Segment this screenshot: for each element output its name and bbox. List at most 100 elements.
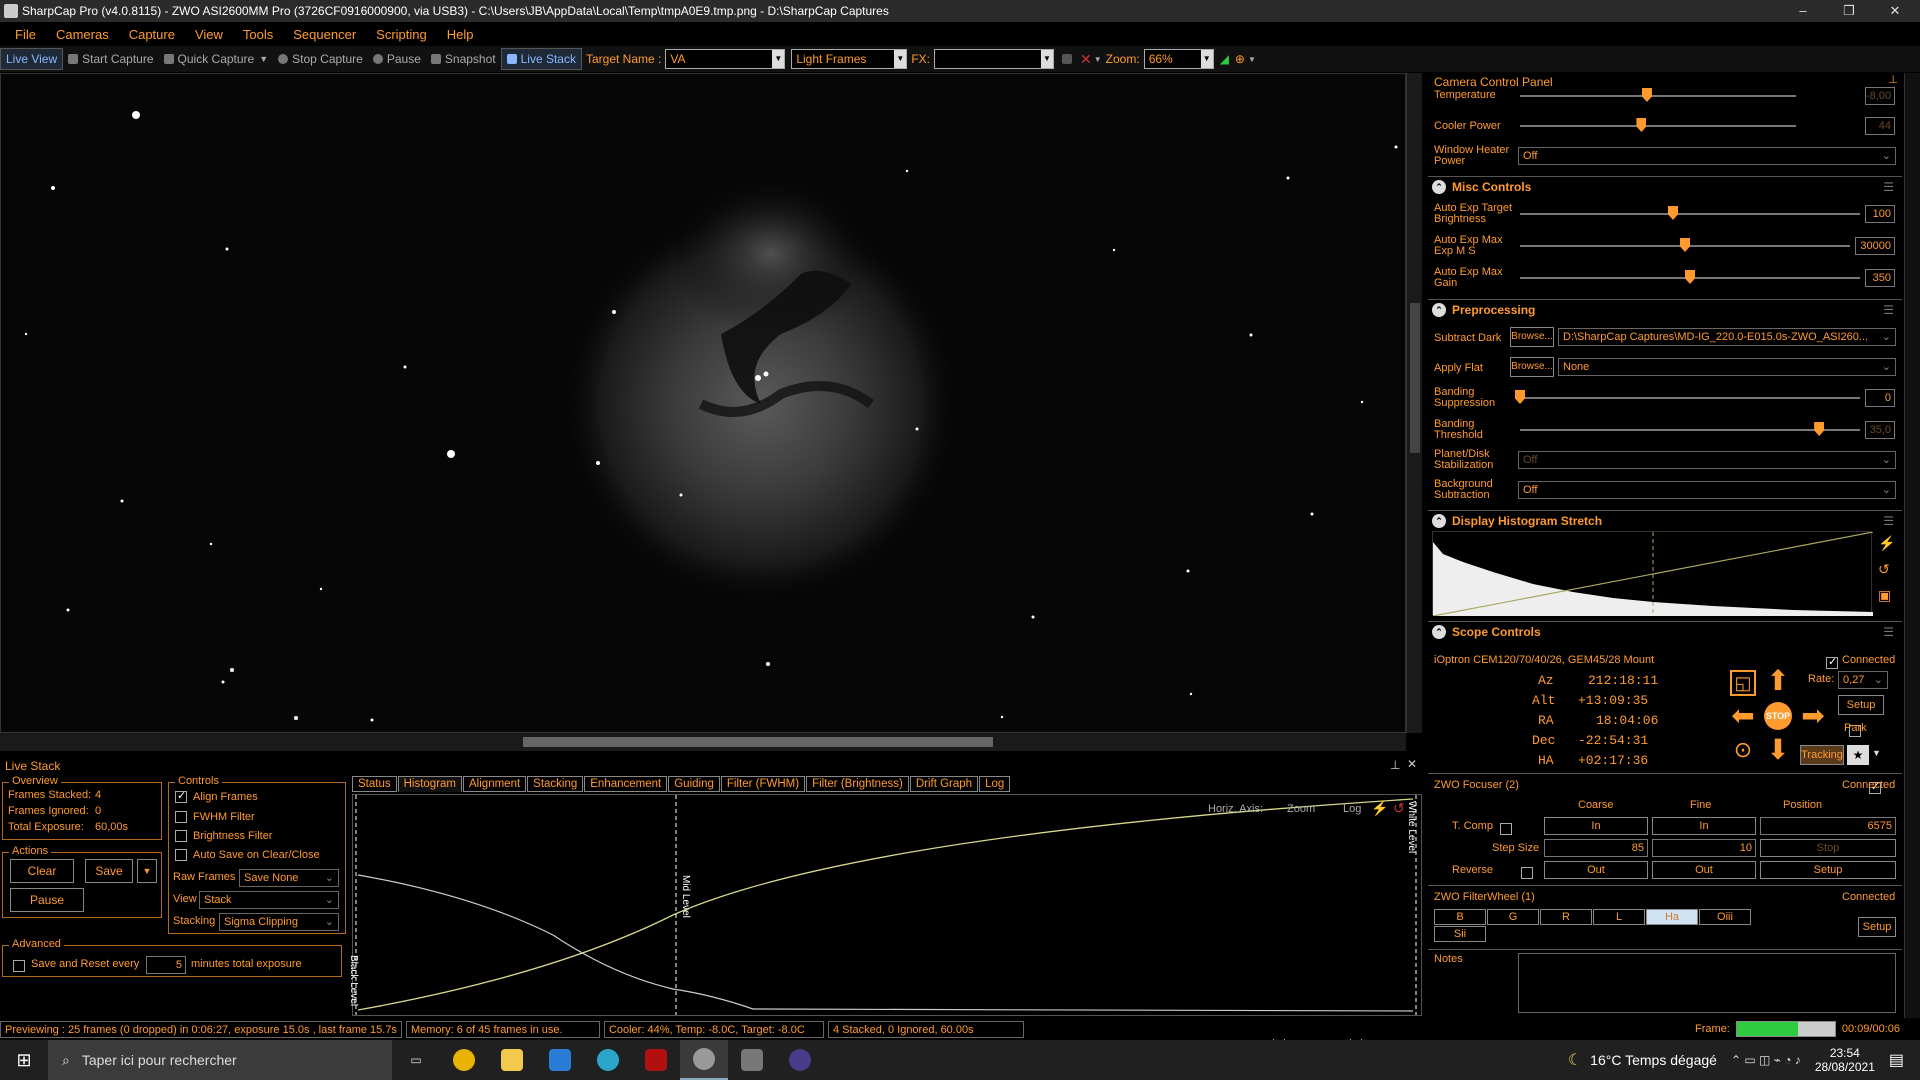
save-reset-checkbox[interactable] — [13, 959, 25, 972]
auto-exp-max-exp-knob[interactable] — [1680, 238, 1690, 252]
tab-histogram[interactable]: Histogram — [397, 776, 463, 792]
tray-icons[interactable]: ⌃ ▭ ◫ ⌁ ◔ ♪ — [1731, 1053, 1801, 1067]
align-frames-option[interactable]: Align Frames — [175, 789, 258, 804]
temperature-value[interactable]: -8,00 — [1865, 87, 1895, 105]
collapse-icon[interactable]: ⌃ — [1432, 514, 1446, 528]
chevron-down-icon[interactable]: ▼ — [772, 50, 785, 68]
taskbar-search[interactable]: ⌕ Taper ici pour rechercher — [48, 1040, 392, 1080]
explorer-app[interactable] — [488, 1040, 536, 1080]
browse-flat-button[interactable]: Browse... — [1510, 357, 1554, 377]
live-stack-button[interactable]: Live Stack — [500, 48, 582, 70]
tab-filter-brightness[interactable]: Filter (Brightness) — [806, 776, 909, 792]
pause-button[interactable]: Pause — [368, 48, 426, 70]
banding-suppression-slider[interactable] — [1515, 390, 1860, 404]
chevron-down-icon[interactable]: ▼ — [894, 50, 907, 68]
zoom-tool-icon[interactable]: ⊕ — [1235, 52, 1245, 66]
target-name-combo[interactable]: VA ▼ — [665, 49, 786, 69]
start-capture-button[interactable]: Start Capture — [63, 48, 158, 70]
menu-sequencer[interactable]: Sequencer — [293, 27, 356, 42]
reticle-icon[interactable] — [1062, 54, 1073, 64]
save-button[interactable]: Save — [85, 859, 133, 883]
misc-controls-header[interactable]: ⌃ Misc Controls ☰ — [1428, 176, 1902, 196]
chevron-down-icon[interactable]: ▼ — [1200, 50, 1213, 68]
scrollbar-thumb[interactable] — [523, 737, 993, 747]
scope-setup-button[interactable]: Setup — [1838, 695, 1884, 715]
vertical-scrollbar[interactable] — [1406, 73, 1422, 733]
tracking-button[interactable]: Tracking — [1800, 745, 1844, 765]
collapse-icon[interactable]: ⌃ — [1432, 625, 1446, 639]
preprocessing-header[interactable]: ⌃ Preprocessing ☰ — [1428, 299, 1902, 319]
tab-guiding[interactable]: Guiding — [668, 776, 720, 792]
quick-capture-button[interactable]: Quick Capture ▼ — [159, 48, 274, 70]
tab-stacking[interactable]: Stacking — [527, 776, 584, 792]
panel-scrollbar[interactable] — [1904, 73, 1920, 1018]
reverse-checkbox[interactable] — [1521, 866, 1534, 879]
edge-app[interactable] — [584, 1040, 632, 1080]
task-view-button[interactable]: ▭ — [392, 1040, 440, 1080]
tab-drift-graph[interactable]: Drift Graph — [909, 776, 979, 792]
auto-exp-target-slider[interactable] — [1520, 206, 1860, 220]
telescope-app[interactable] — [728, 1040, 776, 1080]
mail-app[interactable] — [536, 1040, 584, 1080]
banding-threshold-slider[interactable] — [1520, 422, 1860, 436]
fwhm-filter-checkbox[interactable] — [175, 811, 187, 824]
filter-sii-button[interactable]: Sii — [1434, 926, 1486, 942]
reset-minutes-input[interactable]: 5 — [146, 956, 186, 974]
coarse-in-button[interactable]: In — [1544, 817, 1648, 835]
stacking-select[interactable]: Sigma Clipping ⌄ — [219, 913, 339, 931]
cooler-power-slider[interactable] — [1520, 118, 1796, 132]
coarse-out-button[interactable]: Out — [1544, 861, 1648, 879]
window-heater-select[interactable]: Off ⌄ — [1518, 147, 1896, 165]
tab-status[interactable]: Status — [352, 776, 397, 792]
crosshair-icon[interactable]: ✕ — [1080, 51, 1092, 68]
zoom-combo[interactable]: 66% ▼ — [1143, 49, 1214, 69]
fx-combo[interactable]: ▼ — [934, 49, 1055, 69]
tab-log[interactable]: Log — [979, 776, 1011, 792]
minimize-button[interactable]: – — [1780, 0, 1826, 22]
menu-capture[interactable]: Capture — [129, 27, 175, 42]
app-red[interactable] — [632, 1040, 680, 1080]
filterwheel-setup-button[interactable]: Setup — [1858, 917, 1896, 937]
north-arrow-button[interactable]: ⬆ — [1763, 666, 1793, 696]
reset-stretch-icon[interactable]: ↺ — [1878, 561, 1890, 578]
menu-scripting[interactable]: Scripting — [376, 27, 427, 42]
banding-suppression-knob[interactable] — [1515, 390, 1525, 404]
stop-button[interactable]: STOP — [1764, 702, 1792, 730]
stop-capture-button[interactable]: Stop Capture — [273, 48, 368, 70]
filter-ha-button[interactable]: Ha — [1646, 909, 1698, 925]
menu-file[interactable]: File — [15, 27, 36, 42]
brightness-filter-checkbox[interactable] — [175, 830, 187, 843]
weather-text[interactable]: 16°C Temps dégagé — [1590, 1052, 1717, 1068]
scrollbar-thumb[interactable] — [1410, 303, 1420, 453]
chrome-app[interactable] — [440, 1040, 488, 1080]
histogram-stretch-header[interactable]: ⌃ Display Histogram Stretch ☰ — [1428, 510, 1902, 530]
stretch-histogram[interactable] — [1432, 531, 1874, 617]
banding-threshold-knob[interactable] — [1814, 422, 1825, 436]
step-fine-input[interactable]: 10 — [1652, 839, 1756, 857]
tab-enhancement[interactable]: Enhancement — [584, 776, 668, 792]
tab-alignment[interactable]: Alignment — [463, 776, 527, 792]
scope-controls-header[interactable]: ⌃ Scope Controls ☰ — [1428, 621, 1902, 641]
planet-stabilization-select[interactable]: Off ⌄ — [1518, 451, 1896, 469]
chevron-down-icon[interactable]: ▼ — [1041, 50, 1054, 68]
south-arrow-button[interactable]: ⬇ — [1763, 735, 1793, 765]
notes-textarea[interactable] — [1518, 953, 1896, 1013]
pause-stack-button[interactable]: Pause — [10, 888, 84, 912]
fine-out-button[interactable]: Out — [1652, 861, 1756, 879]
horizontal-scrollbar[interactable] — [0, 733, 1406, 751]
reset-icon[interactable]: ↺ — [1393, 800, 1405, 817]
chevron-down-icon[interactable]: ▼ — [259, 54, 268, 64]
menu-icon[interactable]: ☰ — [1883, 514, 1894, 528]
east-arrow-button[interactable]: ➡ — [1798, 701, 1828, 731]
step-coarse-input[interactable]: 85 — [1544, 839, 1648, 857]
snapshot-button[interactable]: Snapshot — [426, 48, 501, 70]
menu-icon[interactable]: ☰ — [1883, 180, 1894, 194]
frame-type-combo[interactable]: Light Frames ▼ — [791, 49, 908, 69]
filter-r-button[interactable]: R — [1540, 909, 1592, 925]
subtract-dark-select[interactable]: D:\SharpCap Captures\MD-IG_220.0-E015.0s… — [1558, 328, 1896, 346]
pin-icon[interactable]: ⊥ — [1390, 758, 1400, 772]
star-icon[interactable]: ★ — [1847, 745, 1869, 765]
west-arrow-button[interactable]: ⬅ — [1728, 701, 1758, 731]
auto-exp-target-value[interactable]: 100 — [1865, 205, 1895, 223]
temperature-slider[interactable] — [1520, 88, 1796, 102]
